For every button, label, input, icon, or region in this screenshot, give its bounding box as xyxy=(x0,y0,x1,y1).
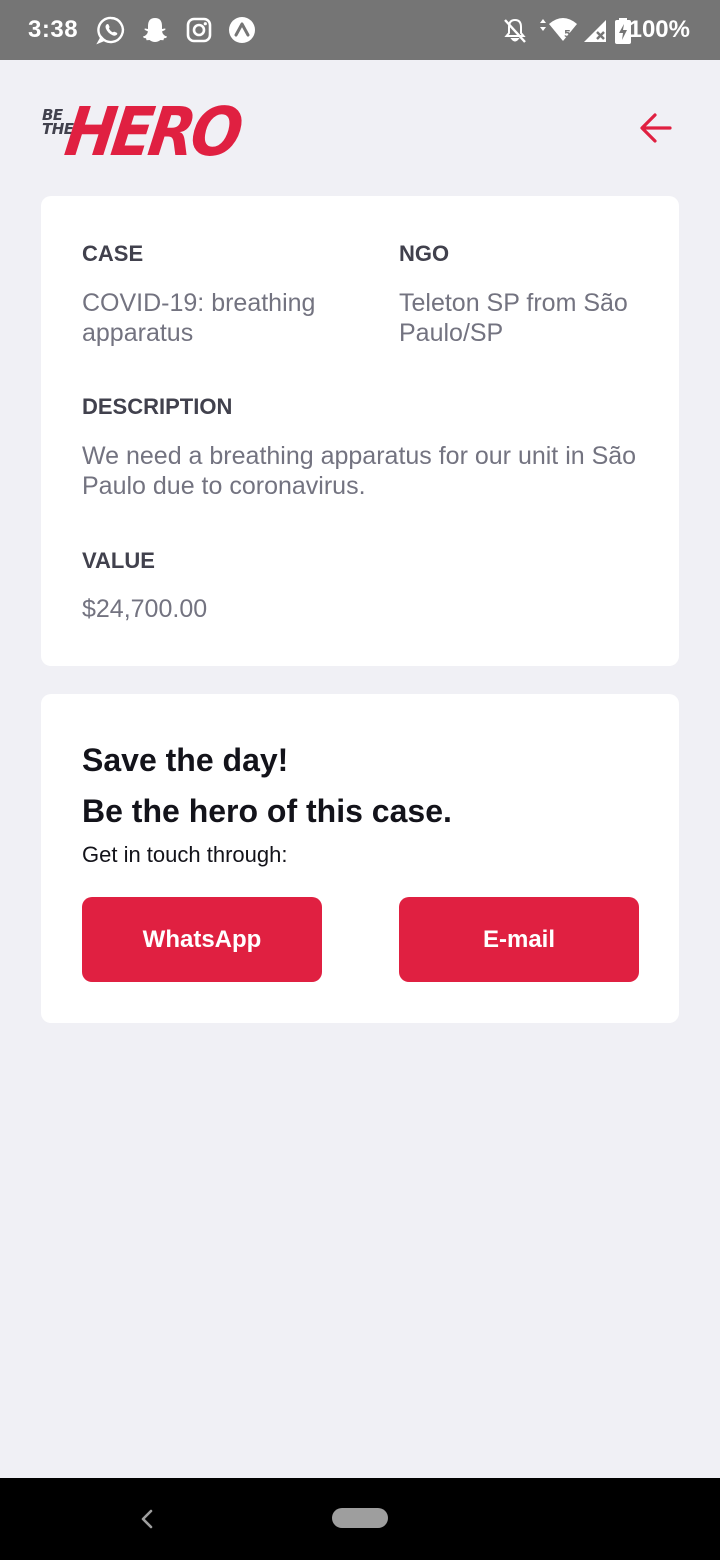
be-the-hero-logo: BE THE HERO xyxy=(40,90,244,171)
navigation-bar xyxy=(0,1478,720,1560)
contact-card: Save the day! Be the hero of this case. … xyxy=(41,694,679,1023)
notifications-off-icon xyxy=(504,18,526,43)
instagram-icon xyxy=(186,17,212,43)
hero-title-line2: Be the hero of this case. xyxy=(82,793,452,829)
header: BE THE HERO xyxy=(40,90,680,172)
case-value: COVID-19: breathing apparatus xyxy=(82,289,316,347)
logo-hero-text: HERO xyxy=(60,93,244,172)
whatsapp-button[interactable]: WhatsApp xyxy=(82,897,322,982)
svg-text:5: 5 xyxy=(564,29,571,40)
signal-icon xyxy=(584,20,606,42)
description-value: We need a breathing apparatus for our un… xyxy=(82,442,637,500)
nav-home-pill[interactable] xyxy=(332,1508,388,1528)
contact-subtitle: Get in touch through: xyxy=(82,842,288,867)
back-arrow-icon[interactable] xyxy=(636,108,676,148)
case-label: CASE xyxy=(82,241,144,266)
status-bar: 3:38 5 100% xyxy=(0,0,720,60)
status-time: 3:38 xyxy=(28,16,79,43)
description-label: DESCRIPTION xyxy=(82,394,233,419)
email-button[interactable]: E-mail xyxy=(399,897,639,982)
nav-back-icon[interactable] xyxy=(134,1504,160,1534)
ngo-label: NGO xyxy=(399,241,450,266)
hero-title-line1: Save the day! xyxy=(82,742,289,778)
expo-icon xyxy=(229,17,255,43)
battery-percentage: 100% xyxy=(628,16,690,43)
ngo-value: Teleton SP from São Paulo/SP xyxy=(399,289,628,347)
incident-card: CASE COVID-19: breathing apparatus NGO T… xyxy=(41,196,679,666)
incident-detail-screen: BE THE HERO CASE COVID-19: breathing app… xyxy=(0,60,720,1478)
value-label: VALUE xyxy=(82,548,155,573)
email-button-label: E-mail xyxy=(482,925,556,953)
value-amount: $24,700.00 xyxy=(82,595,208,623)
wifi-icon: 5 xyxy=(540,18,577,41)
whatsapp-button-label: WhatsApp xyxy=(142,925,262,953)
whatsapp-icon xyxy=(96,16,125,45)
snapchat-icon xyxy=(143,18,167,42)
